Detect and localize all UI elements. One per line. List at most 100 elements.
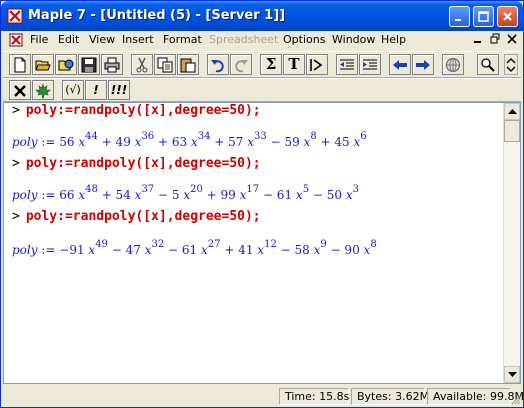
vertical-scrollbar[interactable]: [503, 103, 520, 383]
document-icon[interactable]: [9, 33, 23, 47]
evaluate-selection-button[interactable]: (√): [62, 80, 84, 100]
output-lhs: poly: [12, 188, 38, 202]
sum-button[interactable]: Σ: [260, 54, 282, 75]
close-icon: [507, 34, 517, 44]
open-button[interactable]: [32, 54, 54, 75]
maple-command[interactable]: poly:=randpoly([x],degree=50);: [26, 156, 261, 171]
maple-app-icon[interactable]: [7, 8, 23, 24]
indent-button[interactable]: [359, 54, 381, 75]
polynomial-term: −91 x49: [59, 239, 108, 257]
maple-leaf-button[interactable]: [32, 80, 54, 100]
polynomial-term: − 47 x32: [107, 239, 164, 257]
polynomial-term: − 59 x8: [266, 131, 317, 149]
polynomial-term: − 61 x5: [259, 184, 309, 202]
term-exponent: 20: [190, 184, 203, 195]
redo-icon: [235, 60, 248, 73]
execute-button[interactable]: !: [85, 80, 107, 100]
maple-command[interactable]: poly:=randpoly([x],degree=50);: [26, 103, 261, 118]
polynomial-term: + 54 x37: [98, 184, 154, 202]
input-line[interactable]: > poly:=randpoly([x],degree=50);: [12, 209, 261, 227]
resize-grip-icon[interactable]: [509, 393, 521, 405]
paste-button[interactable]: [177, 54, 199, 75]
output-lhs: poly: [12, 135, 38, 149]
menu-help[interactable]: Help: [381, 33, 406, 46]
scroll-down-button[interactable]: [504, 366, 520, 383]
scroll-up-button[interactable]: [504, 103, 520, 120]
copy-button[interactable]: [154, 54, 176, 75]
menu-window[interactable]: Window: [332, 33, 375, 46]
term-coefficient: − 59: [266, 135, 304, 149]
polynomial-term: + 45 x6: [317, 131, 367, 149]
title-bar[interactable]: Maple 7 - [Untitled (5) - [Server 1]]: [1, 1, 523, 31]
x-variable-icon: [14, 85, 26, 97]
worksheet-area[interactable]: > poly:=randpoly([x],degree=50); poly := 5…: [3, 102, 521, 384]
open-url-button[interactable]: [55, 54, 77, 75]
print-button[interactable]: [101, 54, 123, 75]
undo-button[interactable]: [207, 54, 229, 75]
text-t-icon: T: [288, 55, 300, 73]
redo-button[interactable]: [230, 54, 252, 75]
doc-restore-button[interactable]: [488, 33, 502, 47]
input-line[interactable]: > poly:=randpoly([x],degree=50);: [12, 103, 261, 121]
maple-command[interactable]: poly:=randpoly([x],degree=50);: [26, 209, 261, 224]
execute-all-button[interactable]: !!!: [108, 80, 130, 100]
minimize-button[interactable]: [449, 6, 470, 27]
term-coefficient: − 47: [107, 243, 145, 257]
term-exponent: 12: [264, 239, 277, 250]
menu-view[interactable]: View: [89, 33, 115, 46]
menu-spreadsheet[interactable]: Spreadsheet: [209, 33, 278, 46]
close-icon: [503, 12, 512, 21]
collapse-section-icon: [340, 59, 354, 70]
maximize-button[interactable]: [473, 6, 494, 27]
copy-icon: [157, 57, 173, 73]
polynomial-term: + 57 x33: [210, 131, 266, 149]
term-coefficient: − 50: [309, 188, 346, 202]
doc-close-button[interactable]: [505, 33, 519, 47]
math-output: poly := −91 x49 − 47 x32 − 61 x27 + 41 x…: [12, 239, 377, 257]
maximize-icon: [478, 11, 489, 22]
term-coefficient: − 61: [164, 243, 201, 257]
close-button[interactable]: [497, 6, 518, 27]
interrupt-button[interactable]: [9, 80, 31, 100]
term-variable: x: [201, 243, 208, 257]
outdent-button[interactable]: [336, 54, 358, 75]
undo-icon: [211, 60, 224, 73]
menu-file[interactable]: File: [30, 33, 48, 46]
term-exponent: 34: [197, 131, 211, 142]
new-button[interactable]: [9, 54, 31, 75]
toolbar-overflow-button[interactable]: [504, 54, 518, 75]
doc-minimize-button[interactable]: [471, 33, 485, 47]
term-coefficient: + 63: [154, 135, 191, 149]
scroll-thumb[interactable]: [504, 120, 520, 142]
status-time: Time: 15.8s: [279, 388, 349, 405]
stop-button[interactable]: [442, 54, 464, 75]
save-disk-icon: [81, 57, 97, 73]
term-exponent: 44: [85, 131, 98, 142]
prompt-arrow-icon: [310, 59, 323, 71]
printer-icon: [104, 57, 120, 73]
text-mode-button[interactable]: T: [283, 54, 305, 75]
input-line[interactable]: > poly:=randpoly([x],degree=50);: [12, 156, 261, 174]
arrow-left-icon: [393, 60, 407, 70]
zoom-button[interactable]: [477, 54, 499, 75]
context-toolbar: (√) ! !!!: [3, 78, 521, 102]
math-output: poly := 56 x44 + 49 x36 + 63 x34 + 57 x3…: [12, 131, 367, 149]
menu-format[interactable]: Format: [163, 33, 202, 46]
cut-button[interactable]: [131, 54, 153, 75]
back-button[interactable]: [389, 54, 411, 75]
output-assign: :=: [37, 243, 60, 257]
forward-button[interactable]: [412, 54, 434, 75]
output-assign: :=: [37, 188, 60, 202]
insert-input-button[interactable]: [306, 54, 328, 75]
chevron-up-icon: [508, 109, 517, 114]
polynomial-term: − 61 x27: [164, 239, 220, 257]
menu-options[interactable]: Options: [283, 33, 325, 46]
polynomial-term: − 5 x20: [154, 184, 203, 202]
save-button[interactable]: [78, 54, 100, 75]
menu-edit[interactable]: Edit: [58, 33, 79, 46]
polynomial-term: 56 x44: [59, 131, 98, 149]
maple-leaf-icon: [35, 83, 51, 99]
menu-insert[interactable]: Insert: [122, 33, 154, 46]
term-exponent: 3: [352, 184, 359, 195]
status-available: Available: 99.8M: [427, 388, 524, 405]
